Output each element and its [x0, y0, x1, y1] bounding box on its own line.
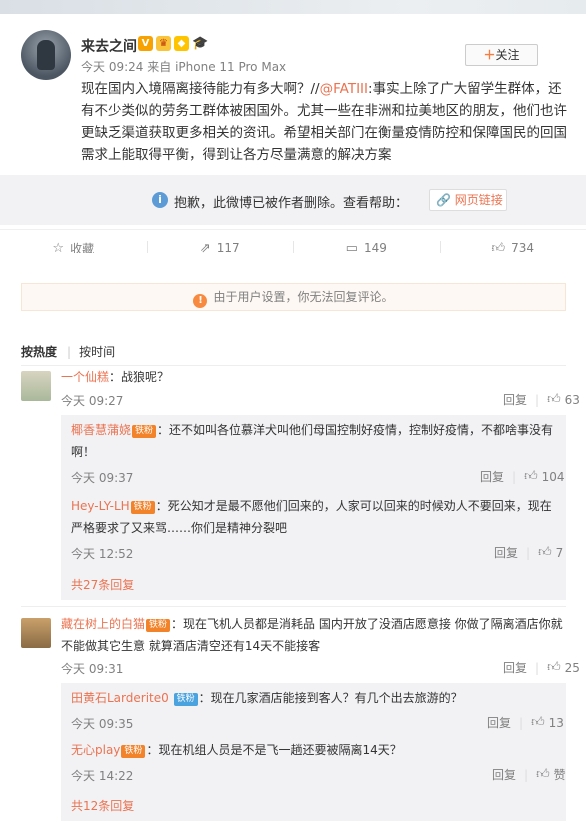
thumb-up-icon[interactable]: 👍︎ [547, 660, 561, 675]
iron-fan-badge: 铁粉 [121, 745, 146, 758]
info-icon: i [152, 192, 168, 208]
sort-tabs: 按热度 | 按时间 [21, 345, 116, 359]
plus-icon: ＋ [483, 48, 496, 62]
comment-area: ! 由于用户设置，你无法回复评论。 按热度 | 按时间 一个仙糕：战狼呢？ 今天 09… [0, 253, 586, 832]
reply-text: ：现在机组人员是不是飞一趟还要被隔离14天？ [146, 743, 402, 757]
author-avatar[interactable] [21, 30, 71, 80]
member-icon[interactable]: ♛ [156, 36, 171, 51]
reply-like-count[interactable]: 104 [542, 470, 565, 484]
reply-user-name[interactable]: Hey-LY-LH [71, 499, 130, 513]
source-prefix: 来自 [147, 60, 172, 74]
iron-fan-badge: 铁粉 [132, 425, 157, 438]
comment-actions: 回复 | 👍︎ 63 [503, 391, 580, 408]
link-icon: 🔗 [436, 193, 451, 207]
thumb-up-icon[interactable]: 👍︎ [524, 469, 538, 484]
reply-button[interactable]: 回复 [492, 766, 516, 783]
post-source: iPhone 11 Pro Max [175, 60, 287, 74]
reply-time: 今天 09:37 [71, 471, 134, 485]
warning-icon: ! [193, 294, 208, 308]
iron-fan-badge: 铁粉 [173, 693, 198, 706]
reply-like-count[interactable]: 7 [556, 546, 564, 560]
medal-icon[interactable]: ◆ [174, 36, 189, 51]
follow-label: 关注 [495, 48, 520, 62]
more-replies-link[interactable]: 共27条回复 [71, 576, 134, 593]
commenter-avatar[interactable] [21, 371, 51, 401]
web-link-label: 网页链接 [454, 193, 503, 207]
commenter-name[interactable]: 一个仙糕 [61, 370, 109, 384]
post-meta: 今天 09:24 来自 iPhone 11 Pro Max [81, 58, 286, 75]
thumb-up-icon[interactable]: 👍︎ [547, 392, 561, 407]
commenter-name[interactable]: 藏在树上的白猫 [61, 617, 145, 631]
deleted-repost-box: i 抱歉，此微博已被作者删除。查看帮助： 🔗 网页链接 [0, 175, 586, 225]
reply-user-name[interactable]: 无心play [71, 743, 120, 757]
iron-fan-badge: 铁粉 [130, 501, 155, 514]
reply-button[interactable]: 回复 [487, 714, 511, 731]
reply-time: 今天 09:35 [71, 717, 134, 731]
comment-time: 今天 09:31 [61, 662, 124, 676]
thumb-up-icon[interactable]: 👍︎ [536, 767, 550, 782]
reply-time: 今天 14:22 [71, 769, 134, 783]
reply-user-name[interactable]: 椰香慧蒲娆 [71, 423, 131, 437]
reply-actions: 回复 | 👍︎ 104 [480, 468, 565, 485]
commenter-avatar[interactable] [21, 618, 51, 648]
reply-button[interactable]: 回复 [503, 391, 527, 408]
reply-content: 椰香慧蒲娆 铁粉 ：还不如叫各位慕洋犬叫他们母国控制好疫情，控制好疫情，不都啥事没有… [71, 419, 556, 463]
comment-like-count[interactable]: 25 [565, 661, 580, 675]
author-badges: V ♛ ◆ 🎓 [138, 36, 208, 51]
notice-text: 由于用户设置，你无法回复评论。 [213, 290, 394, 304]
reply-button[interactable]: 回复 [480, 468, 504, 485]
post-text-start: 现在国内入境隔离接待能力有多大啊？// [81, 81, 320, 97]
thumb-up-icon[interactable]: 👍︎ [531, 715, 545, 730]
reply-content: Hey-LY-LH 铁粉 ：死公知才是最不愿他们回来的，人家可以回来的时候劝人不要回… [71, 495, 556, 539]
reply-user-name[interactable]: 田黄石Larderite0 [71, 691, 169, 705]
comment-content: 一个仙糕：战狼呢？ [61, 366, 561, 388]
reply-button[interactable]: 回复 [503, 659, 527, 676]
more-replies-link[interactable]: 共12条回复 [71, 797, 134, 814]
reply-disabled-notice: ! 由于用户设置，你无法回复评论。 [21, 283, 566, 311]
web-link[interactable]: 🔗 网页链接 [429, 189, 507, 211]
reply-content: 无心play 铁粉 ：现在机组人员是不是飞一趟还要被隔离14天？ [71, 739, 556, 761]
comment-time: 今天 09:27 [61, 394, 124, 408]
verified-icon[interactable]: V [138, 36, 153, 51]
graduate-cap-icon[interactable]: 🎓 [192, 36, 208, 51]
author-name[interactable]: 来去之间 [81, 36, 137, 56]
post-time[interactable]: 今天 09:24 [81, 60, 143, 74]
reply-like-count[interactable]: 13 [549, 716, 564, 730]
reply-box: 椰香慧蒲娆 铁粉 ：还不如叫各位慕洋犬叫他们母国控制好疫情，控制好疫情，不都啥事没有… [61, 415, 566, 600]
comment-text: ：战狼呢？ [109, 370, 170, 384]
comment-content: 藏在树上的白猫 铁粉 ：现在飞机人员都是消耗品 国内开放了没酒店愿意接 你做了隔离酒… [61, 613, 571, 657]
post-body: 现在国内入境隔离接待能力有多大啊？//@FATIII:事实上除了广大留学生群体，… [81, 78, 567, 166]
comment-actions: 回复 | 👍︎ 25 [503, 659, 580, 676]
iron-fan-badge: 铁粉 [146, 619, 171, 632]
comment-like-count[interactable]: 63 [565, 393, 580, 407]
reply-time: 今天 12:52 [71, 547, 134, 561]
tab-sort-hot[interactable]: 按热度 [21, 345, 57, 359]
reply-actions: 回复 | 👍︎ 7 [494, 544, 564, 561]
tab-sort-time[interactable]: 按时间 [79, 345, 115, 359]
thumb-up-icon[interactable]: 👍︎ [538, 545, 552, 560]
deleted-message: 抱歉，此微博已被作者删除。查看帮助： [174, 196, 409, 211]
divider [21, 606, 566, 607]
reply-actions: 回复 | 👍︎ 13 [487, 714, 564, 731]
reply-actions: 回复 | 👍︎ 赞 [492, 766, 566, 783]
reply-content: 田黄石Larderite0 铁粉 ：现在几家酒店能接到客人？有几个出去旅游的？ [71, 687, 556, 709]
reply-text: ：现在几家酒店能接到客人？有几个出去旅游的？ [198, 691, 463, 705]
reply-button[interactable]: 回复 [494, 544, 518, 561]
mention-link[interactable]: @FATIII [320, 81, 368, 97]
reply-like-count[interactable]: 赞 [554, 766, 566, 783]
reply-box: 田黄石Larderite0 铁粉 ：现在几家酒店能接到客人？有几个出去旅游的？ 今… [61, 683, 566, 821]
follow-button[interactable]: ＋关注 [465, 44, 538, 66]
